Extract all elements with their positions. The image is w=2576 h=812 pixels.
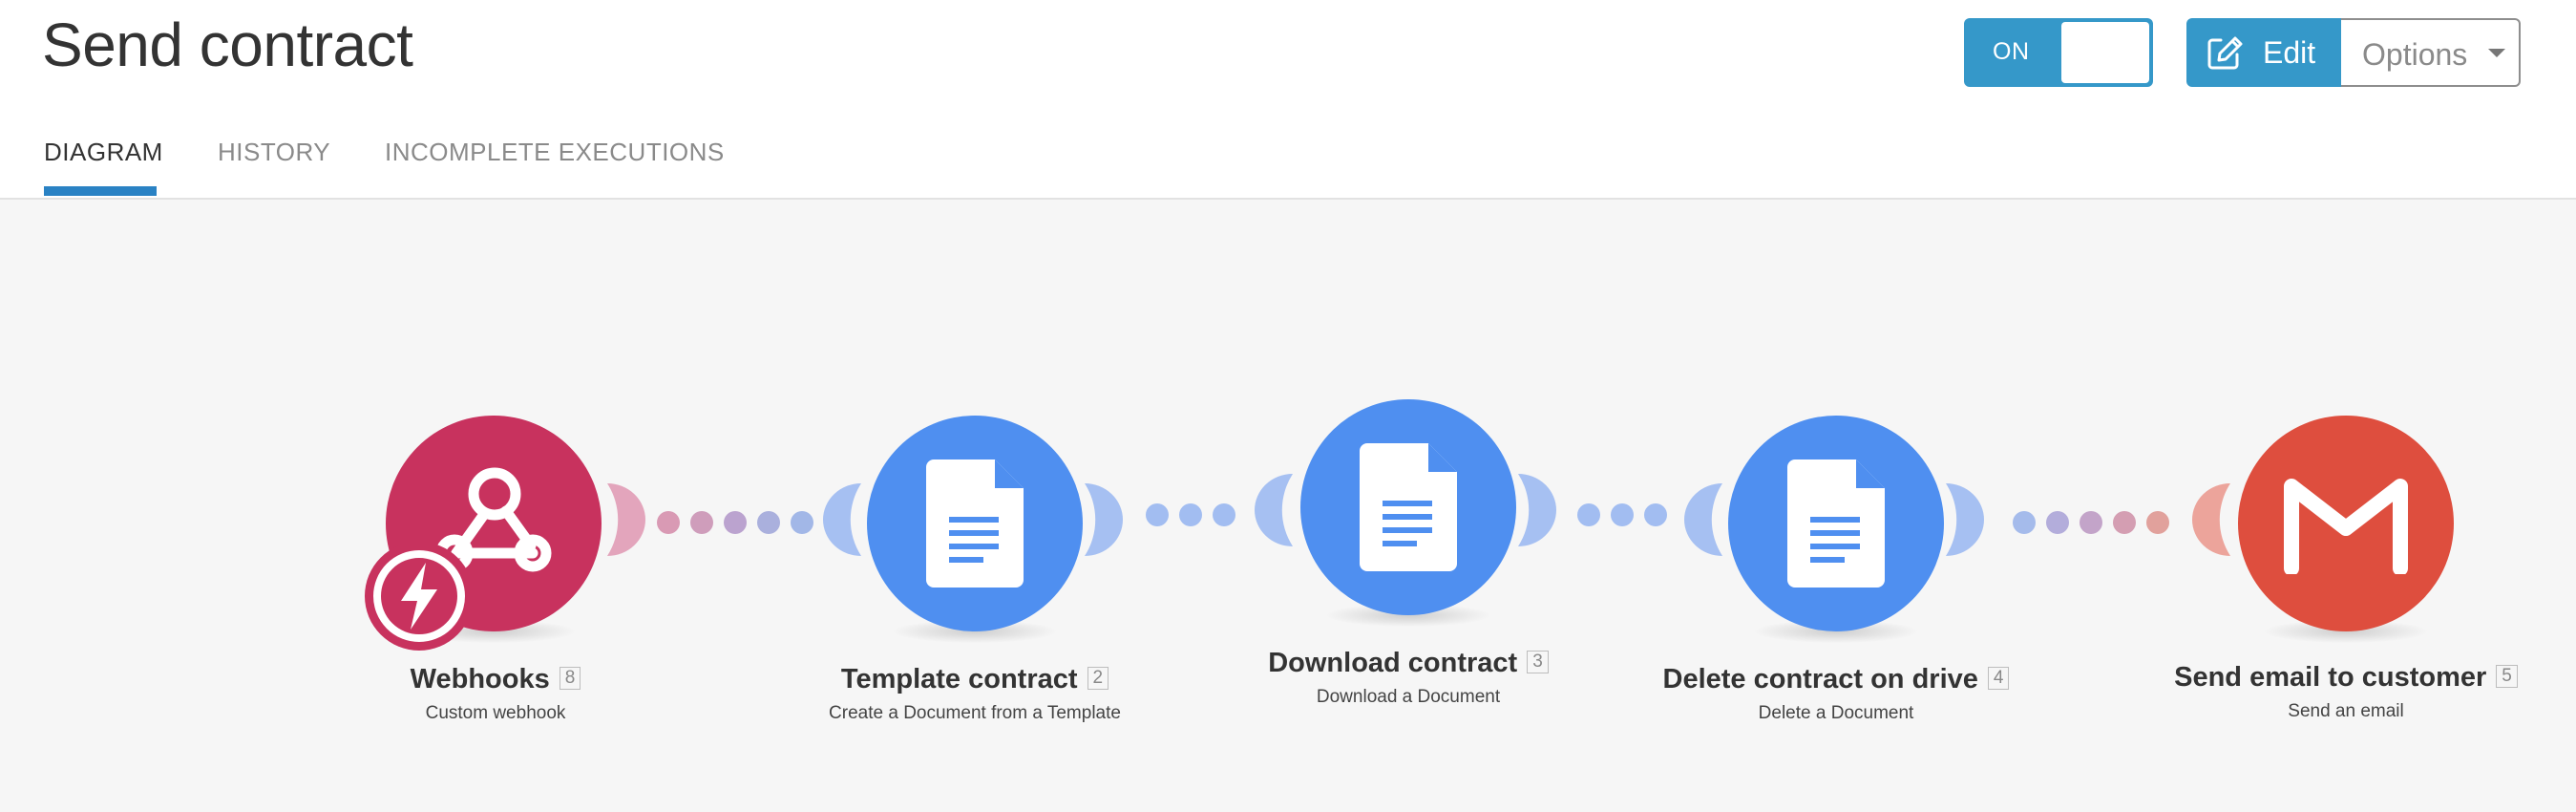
options-dropdown[interactable]: Options [2341, 18, 2521, 87]
connector-handle[interactable] [1253, 472, 1293, 548]
connector-dot [1611, 503, 1634, 526]
caret-down-icon [2488, 49, 2505, 57]
module-name: Webhooks [410, 664, 550, 694]
gmail-icon [2284, 479, 2408, 574]
module-name: Send email to customer [2174, 662, 2487, 693]
module-subtitle: Download a Document [1316, 687, 1501, 707]
module-name: Delete contract on drive [1662, 664, 1978, 694]
connector-dot [791, 511, 813, 534]
connector-handle[interactable] [2190, 481, 2230, 558]
connector-dot [2080, 511, 2102, 534]
connector-dot [1213, 503, 1235, 526]
scenario-canvas[interactable]: Webhooks 8 Custom webhook Template contra… [0, 200, 2576, 812]
connector-dot [690, 511, 713, 534]
module-subtitle: Create a Document from a Template [829, 703, 1121, 723]
connector-handle[interactable] [1518, 472, 1558, 548]
edit-label: Edit [2263, 35, 2316, 70]
lightning-icon [365, 542, 474, 651]
page-title: Send contract [42, 11, 413, 79]
connector-dot [2046, 511, 2069, 534]
tab-history[interactable]: HISTORY [218, 138, 330, 167]
module-subtitle: Delete a Document [1758, 703, 1914, 723]
connector-handle[interactable] [1085, 481, 1125, 558]
module-name: Template contract [840, 664, 1078, 694]
module-name: Download contract [1268, 648, 1518, 678]
connector-dot [1146, 503, 1169, 526]
module-label-webhooks: Webhooks 8 Custom webhook [326, 664, 665, 724]
active-tab-indicator [44, 186, 157, 196]
scenario-header: Send contract DIAGRAM HISTORY INCOMPLETE… [0, 0, 2576, 200]
module-id-badge: 5 [2496, 665, 2518, 688]
module-id-badge: 8 [559, 667, 581, 690]
module-id-badge: 3 [1527, 651, 1549, 673]
module-label-template-contract: Template contract 2 Create a Document fro… [784, 664, 1166, 724]
tab-diagram[interactable]: DIAGRAM [44, 138, 163, 167]
connector-dot [1179, 503, 1202, 526]
connector-handle[interactable] [1682, 481, 1722, 558]
edit-options-group: Edit Options [2186, 18, 2523, 87]
connector-handle[interactable] [1946, 481, 1986, 558]
module-label-delete-contract: Delete contract on drive 4 Delete a Docum… [1636, 664, 2037, 724]
connector-dot [2113, 511, 2136, 534]
module-id-badge: 2 [1087, 667, 1109, 690]
tab-incomplete-executions[interactable]: INCOMPLETE EXECUTIONS [385, 138, 725, 167]
connector-dot [724, 511, 747, 534]
connector-dot [2013, 511, 2036, 534]
options-label: Options [2362, 37, 2468, 72]
connector-dot [2146, 511, 2169, 534]
pencil-square-icon [2207, 36, 2243, 70]
toggle-label: ON [1993, 38, 2030, 65]
module-label-download-contract: Download contract 3 Download a Document [1217, 648, 1599, 708]
module-subtitle: Custom webhook [425, 703, 566, 723]
google-docs-icon [926, 459, 1024, 588]
module-id-badge: 4 [1987, 667, 2010, 690]
google-docs-icon [1360, 443, 1457, 571]
connector-dot [757, 511, 780, 534]
connector-dot [657, 511, 680, 534]
scenario-on-toggle[interactable]: ON [1964, 18, 2153, 87]
connector-dot [1577, 503, 1600, 526]
module-label-send-email: Send email to customer 5 Send an email [2159, 662, 2533, 722]
google-docs-icon [1787, 459, 1885, 588]
connector-dot [1644, 503, 1667, 526]
edit-button[interactable]: Edit [2186, 18, 2341, 87]
module-subtitle: Send an email [2288, 701, 2404, 721]
connector-handle[interactable] [607, 481, 647, 558]
toggle-knob [2061, 22, 2149, 83]
connector-handle[interactable] [821, 481, 861, 558]
